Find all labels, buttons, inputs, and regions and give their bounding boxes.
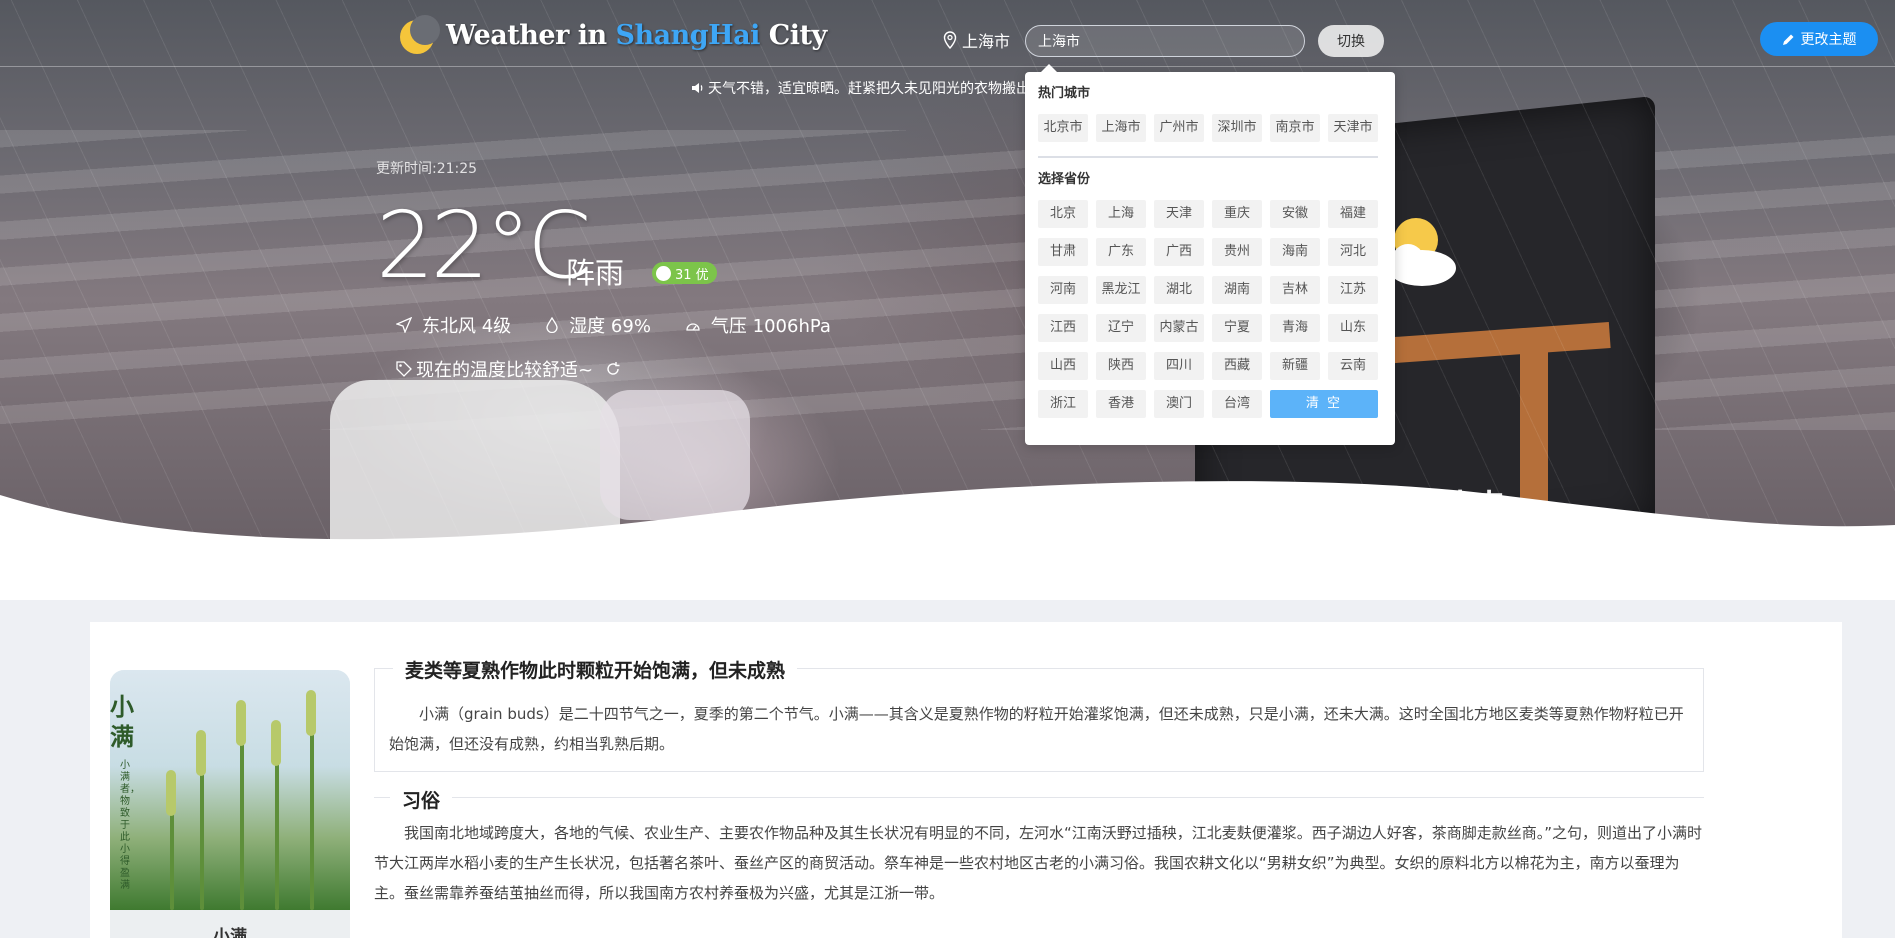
- comfort-tip: 现在的温度比较舒适~: [396, 356, 625, 382]
- province-chip[interactable]: 山东: [1328, 314, 1378, 342]
- province-chip[interactable]: 澳门: [1154, 390, 1204, 418]
- province-chip[interactable]: 上海: [1096, 200, 1146, 228]
- province-chip[interactable]: 浙江: [1038, 390, 1088, 418]
- province-chip[interactable]: 湖北: [1154, 276, 1204, 304]
- hero-wave-divider: [0, 481, 1895, 545]
- update-time: 更新时间:21:25: [376, 161, 478, 177]
- speaker-icon: [692, 83, 703, 93]
- hot-city-chip[interactable]: 广州市: [1154, 114, 1204, 142]
- aqi-value: 31 优: [675, 267, 709, 283]
- province-chip[interactable]: 广西: [1154, 238, 1204, 266]
- weather-condition: 阵雨: [566, 256, 625, 290]
- province-list: 北京 上海 天津 重庆 安徽 福建甘肃 广东 广西 贵州 海南 河北河南 黑龙江 湖北 湖南 吉林 江苏江西辽…: [1038, 200, 1383, 418]
- tag-icon: [396, 361, 412, 377]
- pressure-metric: 气压 1006hPa: [685, 312, 831, 338]
- city-selector-dropdown: 热门城市 北京市 上海市 广州市 深圳市 南京市 天津市 选择省份 北京 上海 天津…: [1025, 64, 1395, 445]
- solar-term-card[interactable]: 小满 小满者，物致于此小得盈满 小满: [110, 670, 350, 938]
- droplet-icon: [546, 317, 558, 333]
- term-intro-title: 麦类等夏熟作物此时颗粒开始饱满，但未成熟: [393, 656, 798, 683]
- header-divider: [0, 66, 1895, 67]
- hot-cities-list: 北京市 上海市 广州市 深圳市 南京市 天津市: [1038, 114, 1383, 142]
- customs-title: 习俗: [390, 786, 453, 813]
- province-chip[interactable]: 西藏: [1212, 352, 1262, 380]
- province-chip[interactable]: 福建: [1328, 200, 1378, 228]
- current-location[interactable]: 上海市: [943, 28, 1010, 52]
- site-logo[interactable]: Weather in ShangHai City: [398, 14, 827, 56]
- weather-notice: 天气不错，适宜晾晒。赶紧把久未见阳光的衣物搬出: [690, 78, 1025, 98]
- refresh-icon[interactable]: [605, 361, 621, 377]
- humidity-metric: 湿度 69%: [545, 312, 651, 338]
- province-chip[interactable]: 河南: [1038, 276, 1088, 304]
- clear-button[interactable]: 清 空: [1270, 390, 1378, 418]
- customs-divider: [374, 797, 1704, 798]
- dropdown-divider: [1038, 156, 1378, 158]
- hot-city-chip[interactable]: 天津市: [1328, 114, 1378, 142]
- province-chip[interactable]: 黑龙江: [1096, 276, 1146, 304]
- hero-bottom-band: [0, 545, 1895, 600]
- solar-term-panel: 小满 小满者，物致于此小得盈满 小满 麦类等夏熟作物此时颗粒开始饱满，但未成熟 …: [90, 622, 1842, 938]
- weather-metrics: 东北风 4级 湿度 69% 气压 1006hPa: [396, 312, 865, 338]
- moon-icon: [398, 14, 440, 56]
- notice-text: 天气不错，适宜晾晒。赶紧把久未见阳光的衣物搬出: [708, 81, 1025, 97]
- wheat-image: 小满 小满者，物致于此小得盈满: [110, 670, 350, 910]
- change-theme-label: 更改主题: [1800, 32, 1857, 48]
- province-chip[interactable]: 山西: [1038, 352, 1088, 380]
- pencil-icon: [1782, 34, 1793, 45]
- province-chip[interactable]: 香港: [1096, 390, 1146, 418]
- pressure-value: 气压 1006hPa: [710, 316, 831, 337]
- hot-city-chip[interactable]: 北京市: [1038, 114, 1088, 142]
- gauge-icon: [686, 323, 700, 331]
- province-chip[interactable]: 天津: [1154, 200, 1204, 228]
- province-chip[interactable]: 新疆: [1270, 352, 1320, 380]
- province-chip[interactable]: 江苏: [1328, 276, 1378, 304]
- customs-text: 我国南北地域跨度大，各地的气候、农业生产、主要农作物品种及其生长状况有明显的不同…: [374, 824, 1703, 902]
- solar-term-name: 小满: [110, 910, 350, 938]
- hot-city-chip[interactable]: 南京市: [1270, 114, 1320, 142]
- province-chip[interactable]: 辽宁: [1096, 314, 1146, 342]
- province-chip[interactable]: 重庆: [1212, 200, 1262, 228]
- province-chip[interactable]: 贵州: [1212, 238, 1262, 266]
- send-icon: [396, 317, 412, 333]
- province-chip[interactable]: 台湾: [1212, 390, 1262, 418]
- hot-cities-title: 热门城市: [1038, 86, 1091, 101]
- province-title: 选择省份: [1038, 172, 1091, 187]
- hot-city-chip[interactable]: 上海市: [1096, 114, 1146, 142]
- card-vertical-title: 小满: [110, 692, 134, 751]
- province-chip[interactable]: 安徽: [1270, 200, 1320, 228]
- province-chip[interactable]: 云南: [1328, 352, 1378, 380]
- province-chip[interactable]: 四川: [1154, 352, 1204, 380]
- province-chip[interactable]: 北京: [1038, 200, 1088, 228]
- card-vertical-subtitle: 小满者，物致于此小得盈满: [120, 760, 140, 891]
- province-chip[interactable]: 湖南: [1212, 276, 1262, 304]
- switch-city-button[interactable]: 切换: [1318, 25, 1384, 57]
- location-label: 上海市: [962, 32, 1011, 51]
- hot-city-chip[interactable]: 深圳市: [1212, 114, 1262, 142]
- province-chip[interactable]: 河北: [1328, 238, 1378, 266]
- aqi-badge[interactable]: 31 优: [652, 262, 717, 284]
- hero-banner: 美团外卖 Weather in ShangHai City 上海市 切换 更改主…: [0, 0, 1895, 545]
- province-chip[interactable]: 陕西: [1096, 352, 1146, 380]
- map-pin-icon: [943, 31, 957, 49]
- province-chip[interactable]: 青海: [1270, 314, 1320, 342]
- term-intro-text: 小满（grain buds）是二十四节气之一，夏季的第二个节气。小满——其含义是…: [389, 705, 1684, 753]
- humidity-value: 湿度 69%: [569, 316, 651, 337]
- province-chip[interactable]: 海南: [1270, 238, 1320, 266]
- wind-value: 东北风 4级: [422, 316, 512, 337]
- term-intro-section: 麦类等夏熟作物此时颗粒开始饱满，但未成熟 小满（grain buds）是二十四节…: [374, 656, 1704, 772]
- province-chip[interactable]: 吉林: [1270, 276, 1320, 304]
- site-title: Weather in ShangHai City: [446, 19, 827, 51]
- city-search-input[interactable]: [1025, 25, 1305, 57]
- province-chip[interactable]: 广东: [1096, 238, 1146, 266]
- leaf-icon: [656, 265, 671, 281]
- province-chip[interactable]: 江西: [1038, 314, 1088, 342]
- change-theme-button[interactable]: 更改主题: [1760, 22, 1878, 56]
- province-chip[interactable]: 内蒙古: [1154, 314, 1204, 342]
- wind-metric: 东北风 4级: [396, 312, 511, 338]
- province-chip[interactable]: 宁夏: [1212, 314, 1262, 342]
- current-temperature: 22°C: [376, 192, 591, 299]
- tip-text: 现在的温度比较舒适~: [416, 360, 594, 381]
- province-chip[interactable]: 甘肃: [1038, 238, 1088, 266]
